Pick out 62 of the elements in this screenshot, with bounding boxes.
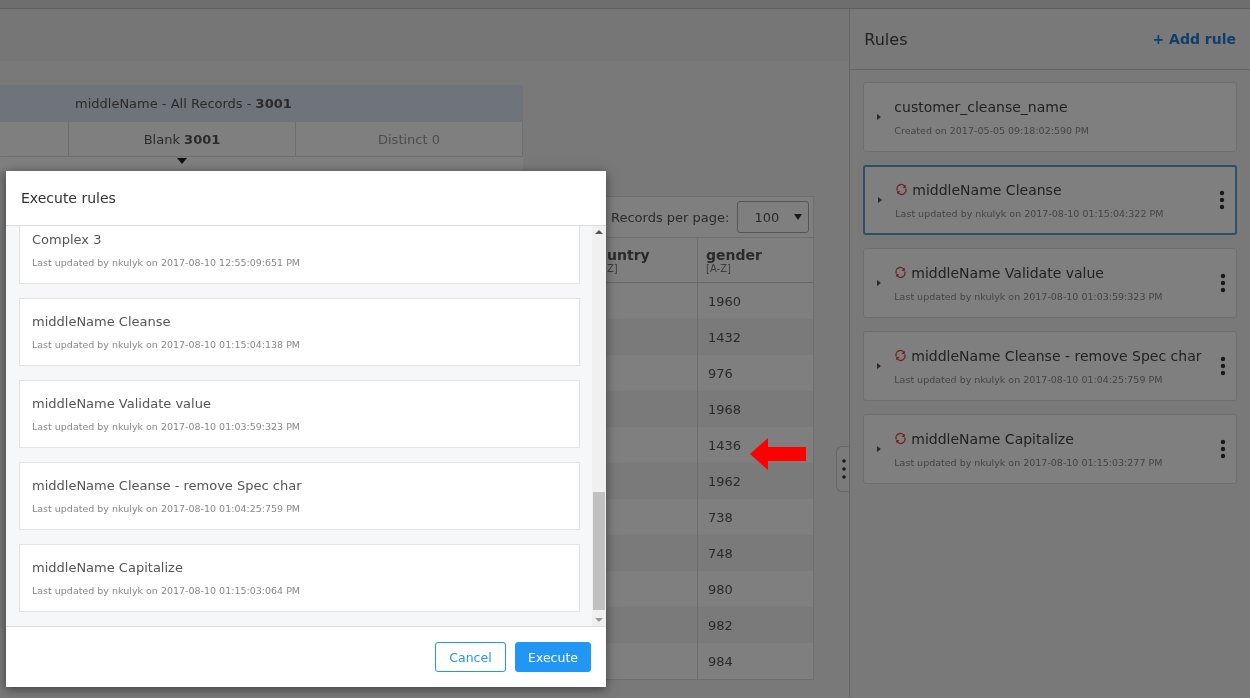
expand-arrow-icon[interactable]	[876, 279, 883, 287]
expand-arrow-icon[interactable]	[876, 445, 883, 453]
rule-name: middleName Capitalize	[911, 430, 1074, 447]
dialog-button[interactable]: Execute	[515, 642, 591, 672]
stats-tab[interactable]: Blank 3001	[69, 122, 296, 156]
expand-arrow-icon[interactable]	[876, 362, 883, 370]
table-cell: 982	[708, 617, 733, 633]
caret-icon	[177, 158, 187, 164]
sync-icon	[894, 266, 908, 279]
rule-card[interactable]: middleName Capitalize Last updated by nkulyk on 2017-08-10 01:15:03:064 PM	[19, 544, 580, 612]
table-cell: 1436	[708, 437, 742, 453]
table-cell: 1960	[708, 293, 742, 309]
rule-card[interactable]: Complex 3 Last updated by nkulyk on 2017-08-10 12:55:09:651 PM	[19, 226, 580, 284]
rule-card[interactable]: middleName Validate value Last updated by nkulyk on 2017-08-10 01:03:59:323 PM	[19, 380, 580, 448]
expand-arrow-icon[interactable]	[876, 113, 883, 121]
rule-meta: Last updated by nkulyk on 2017-08-10 12:55:09:651 PM	[32, 257, 302, 268]
table-cell: 980	[708, 581, 733, 597]
rule-name: Complex 3	[32, 232, 103, 247]
rule-name: middleName Cleanse - remove Spec char	[911, 347, 1202, 364]
rule-name: middleName Cleanse	[912, 181, 1062, 198]
sync-icon	[895, 183, 909, 196]
column-header[interactable]: gender	[706, 246, 813, 263]
more-options-icon[interactable]	[1219, 190, 1225, 210]
drag-handle-icon[interactable]	[836, 446, 850, 492]
records-per-page-label: Records per page:	[611, 209, 730, 225]
rule-name: middleName Cleanse - remove Spec char	[32, 478, 303, 493]
table-cell: 1968	[708, 401, 742, 417]
rule-meta: Last updated by nkulyk on 2017-08-10 01:15:03:064 PM	[32, 585, 302, 596]
rule-name: middleName Validate value	[911, 264, 1104, 281]
sort-hint: Z]	[607, 262, 618, 274]
add-rule-link[interactable]: + Add rule	[1152, 31, 1236, 47]
records-per-page-select[interactable]: 100	[737, 201, 810, 233]
dropdown-caret-icon	[794, 214, 803, 220]
table-cell: 984	[708, 653, 733, 669]
panel-title: Rules	[864, 29, 908, 49]
rule-name: middleName Validate value	[32, 396, 212, 411]
table-cell: 738	[708, 509, 733, 525]
arrow-annotation	[750, 438, 806, 470]
rule-meta: Last updated by nkulyk on 2017-08-10 01:03:59:323 PM	[32, 421, 302, 432]
dialog-title: Execute rules	[21, 190, 116, 206]
rule-name: middleName Cleanse	[32, 314, 172, 329]
expand-arrow-icon[interactable]	[877, 196, 884, 204]
rule-meta: Last updated by nkulyk on 2017-08-10 01:04:25:759 PM	[32, 503, 302, 514]
more-options-icon[interactable]	[1220, 356, 1226, 376]
rule-name: middleName Capitalize	[32, 560, 184, 575]
rule-meta: Last updated by nkulyk on 2017-08-10 01:15:04:138 PM	[32, 339, 302, 350]
table-cell: 976	[708, 365, 733, 381]
dialog-button[interactable]: Cancel	[435, 642, 506, 672]
sync-icon	[894, 349, 908, 362]
table-cell: 1432	[708, 329, 742, 345]
rule-card[interactable]: middleName Cleanse Last updated by nkulyk on 2017-08-10 01:15:04:138 PM	[19, 298, 580, 366]
more-options-icon[interactable]	[1220, 439, 1226, 459]
table-cell: 748	[708, 545, 733, 561]
more-options-icon[interactable]	[1220, 273, 1226, 293]
column-header[interactable]: untry	[607, 246, 697, 263]
records-summary-title: middleName - All Records - 3001	[75, 96, 292, 111]
sort-hint: [A-Z]	[706, 262, 731, 274]
table-cell: 1962	[708, 473, 742, 489]
scrollbar[interactable]	[592, 226, 606, 626]
rule-card[interactable]: middleName Cleanse - remove Spec char Last updated by nkulyk on 2017-08-10 01:04:25:759 PM	[19, 462, 580, 530]
sync-icon	[894, 432, 908, 445]
rule-name: customer_cleanse_name	[894, 98, 1068, 115]
